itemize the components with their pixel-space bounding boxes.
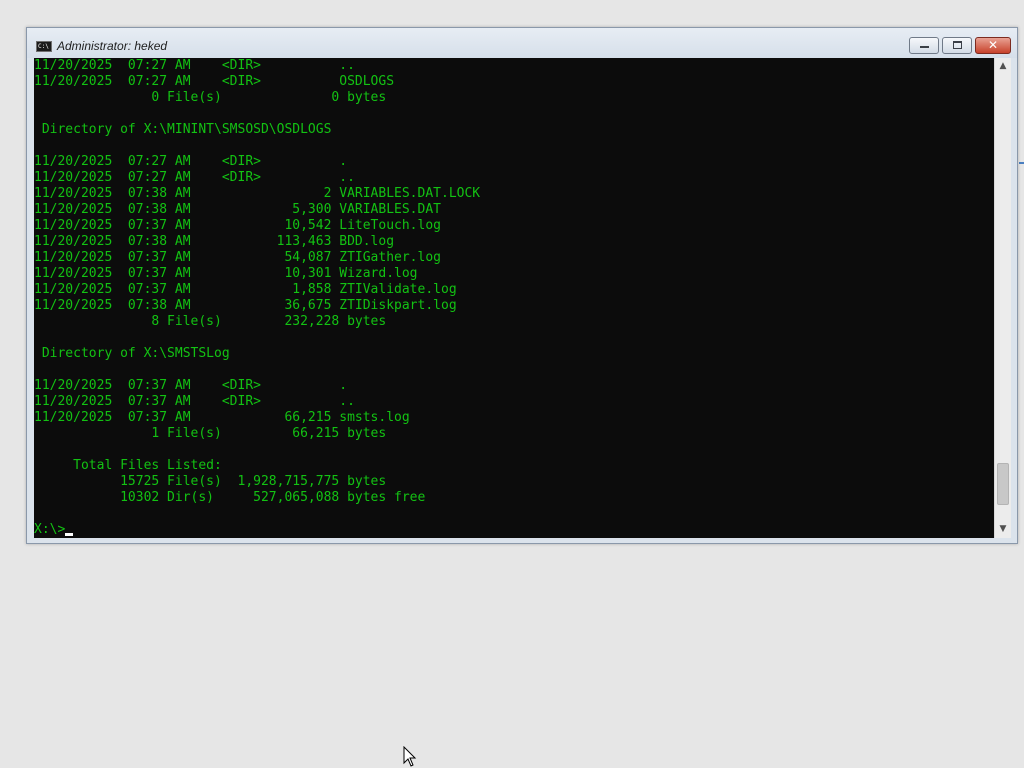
console-line: 8 File(s) 232,228 bytes [34,314,387,329]
console-line: 15725 File(s) 1,928,715,775 bytes [34,474,387,489]
console-line: 11/20/2025 07:37 AM 10,542 LiteTouch.log [34,218,441,233]
console-line: Directory of X:\SMSTSLog [34,346,230,361]
command-prompt[interactable]: X:\> [34,522,74,538]
desktop: C:\ Administrator: heked ✕ 11/20/2025 07… [0,0,1024,768]
console-line: 11/20/2025 07:37 AM 66,215 smsts.log [34,410,410,425]
console-line: 11/20/2025 07:37 AM <DIR> .. [34,394,355,409]
console-line: 11/20/2025 07:27 AM <DIR> .. [34,58,355,73]
console-line: 0 File(s) 0 bytes [34,90,387,105]
console-line: 11/20/2025 07:37 AM 10,301 Wizard.log [34,266,418,281]
scroll-up-icon[interactable]: ▲ [995,58,1011,75]
console-line: 11/20/2025 07:27 AM <DIR> OSDLOGS [34,74,395,89]
console-icon: C:\ [36,41,52,52]
console-line: 11/20/2025 07:27 AM <DIR> . [34,154,348,169]
console-line: 1 File(s) 66,215 bytes [34,426,387,441]
mouse-pointer-icon [403,746,417,767]
console-lines: 11/20/2025 07:27 AM <DIR> .. 11/20/2025 0… [34,58,480,522]
close-button[interactable]: ✕ [975,37,1011,54]
console-line: 11/20/2025 07:37 AM <DIR> . [34,378,348,393]
desktop-edge-mark [1019,162,1024,164]
close-icon: ✕ [987,38,999,52]
minimize-icon [920,46,929,48]
console-line: 11/20/2025 07:38 AM 2 VARIABLES.DAT.LOCK [34,186,481,201]
console-line: Directory of X:\MININT\SMSOSD\OSDLOGS [34,122,332,137]
console-line: 11/20/2025 07:37 AM 54,087 ZTIGather.log [34,250,441,265]
console-window[interactable]: C:\ Administrator: heked ✕ 11/20/2025 07… [26,27,1018,544]
title-bar[interactable]: C:\ Administrator: heked ✕ [27,28,1017,58]
maximize-button[interactable] [942,37,972,54]
console-line: 11/20/2025 07:37 AM 1,858 ZTIValidate.lo… [34,282,457,297]
scroll-down-icon[interactable]: ▼ [995,521,1011,538]
console-line: 11/20/2025 07:27 AM <DIR> .. [34,170,355,185]
console-line: Total Files Listed: [34,458,222,473]
text-cursor [65,533,74,536]
scroll-thumb[interactable] [997,462,1009,505]
console-line: 11/20/2025 07:38 AM 113,463 BDD.log [34,234,395,249]
console-line: 11/20/2025 07:38 AM 36,675 ZTIDiskpart.l… [34,298,457,313]
vertical-scrollbar[interactable]: ▲ ▼ [994,58,1011,538]
console-line: 11/20/2025 07:38 AM 5,300 VARIABLES.DAT [34,202,441,217]
maximize-icon [953,41,962,49]
console-output[interactable]: 11/20/2025 07:27 AM <DIR> .. 11/20/2025 0… [34,58,994,538]
console-line: 10302 Dir(s) 527,065,088 bytes free [34,490,426,505]
minimize-button[interactable] [909,37,939,54]
window-title: Administrator: heked [57,39,168,53]
prompt-text: X:\> [34,522,66,537]
